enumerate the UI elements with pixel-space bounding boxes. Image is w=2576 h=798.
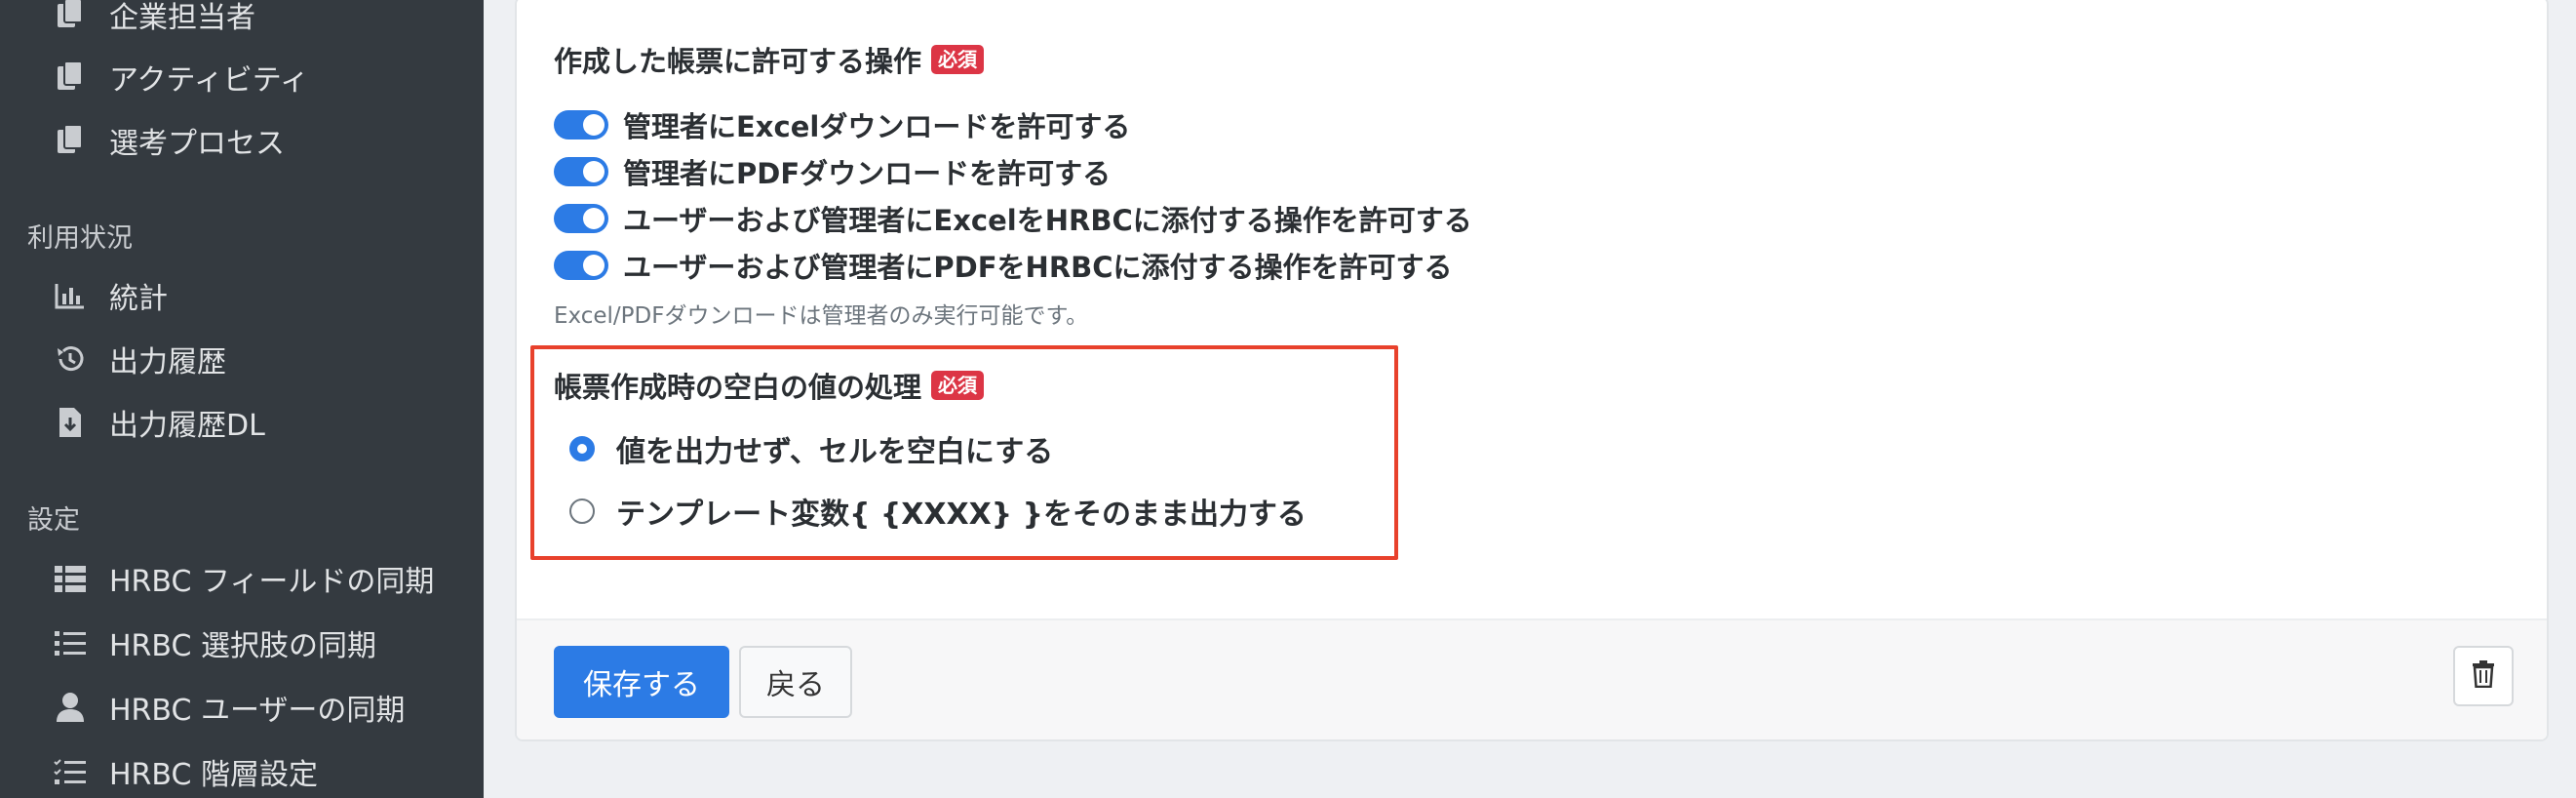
list-check-icon	[51, 752, 90, 791]
toggle-label: ユーザーおよび管理者にPDFをHRBCに添付する操作を許可する	[623, 251, 1453, 284]
toggle-label: ユーザーおよび管理者にExcelをHRBCに添付する操作を許可する	[623, 204, 1472, 237]
sidebar-item-label: 出力履歴	[109, 345, 226, 379]
sidebar-item-label: 企業担当者	[109, 1, 255, 35]
delete-button[interactable]	[2453, 646, 2514, 706]
trash-icon	[2472, 660, 2495, 692]
required-badge: 必須	[931, 45, 985, 74]
list-icon	[51, 623, 90, 662]
bar-chart-icon	[51, 276, 90, 315]
table-list-icon	[51, 559, 90, 598]
sidebar-item-label: HRBC フィールドの同期	[109, 565, 435, 599]
document-copy-icon	[51, 0, 90, 34]
operations-label: 作成した帳票に許可する操作 必須	[554, 39, 985, 80]
settings-card: 作成した帳票に許可する操作 必須 管理者にExcelダウンロードを許可する 管理…	[515, 0, 2549, 741]
sidebar-item-output-history-dl[interactable]: 出力履歴DL	[51, 398, 265, 447]
back-button[interactable]: 戻る	[739, 646, 852, 718]
document-copy-icon	[51, 121, 90, 160]
sidebar-item-label: 出力履歴DL	[109, 409, 265, 443]
radio-button-selected[interactable]	[569, 436, 595, 461]
operations-help-text: Excel/PDFダウンロードは管理者のみ実行可能です。	[554, 303, 1089, 329]
file-download-icon	[51, 403, 90, 442]
toggle-switch[interactable]	[554, 157, 608, 186]
sidebar-item-label: 選考プロセス	[109, 127, 285, 161]
save-button[interactable]: 保存する	[554, 646, 729, 718]
sidebar-heading-settings: 設定	[27, 505, 80, 536]
sidebar-item-label: HRBC 選択肢の同期	[109, 629, 376, 663]
blank-handling-label: 帳票作成時の空白の値の処理 必須	[554, 365, 985, 406]
sidebar-item-label: HRBC 階層設定	[109, 758, 318, 792]
document-copy-icon	[51, 58, 90, 97]
blank-handling-label-text: 帳票作成時の空白の値の処理	[554, 371, 922, 404]
toggle-switch[interactable]	[554, 110, 608, 140]
toggle-switch[interactable]	[554, 251, 608, 280]
sidebar-heading-usage: 利用状況	[27, 223, 133, 254]
toggle-switch[interactable]	[554, 204, 608, 233]
radio-button[interactable]	[569, 499, 595, 524]
sidebar-item-statistics[interactable]: 統計	[51, 271, 168, 320]
sidebar-item-hrbc-field-sync[interactable]: HRBC フィールドの同期	[51, 554, 434, 603]
sidebar-item-label: アクティビティ	[109, 63, 309, 98]
radio-label: テンプレート変数{ {XXXX} }をそのまま出力する	[616, 498, 1307, 532]
sidebar-item-hrbc-user-sync[interactable]: HRBC ユーザーの同期	[51, 683, 405, 732]
history-icon	[51, 339, 90, 379]
toggle-label: 管理者にPDFダウンロードを許可する	[623, 157, 1112, 190]
toggle-row-pdf-download: 管理者にPDFダウンロードを許可する	[554, 152, 1111, 191]
sidebar-item-label: HRBC ユーザーの同期	[109, 694, 406, 728]
radio-option-template-variable[interactable]: テンプレート変数{ {XXXX} }をそのまま出力する	[569, 490, 1307, 533]
toggle-row-pdf-attach: ユーザーおよび管理者にPDFをHRBCに添付する操作を許可する	[554, 246, 1453, 285]
radio-option-blank-cell[interactable]: 値を出力せず、セルを空白にする	[569, 427, 1053, 470]
radio-label: 値を出力せず、セルを空白にする	[616, 435, 1054, 469]
toggle-label: 管理者にExcelダウンロードを許可する	[623, 110, 1131, 143]
required-badge: 必須	[931, 371, 985, 400]
card-footer: 保存する 戻る	[517, 618, 2547, 739]
operations-label-text: 作成した帳票に許可する操作	[554, 45, 922, 78]
sidebar-item-hrbc-choice-sync[interactable]: HRBC 選択肢の同期	[51, 618, 376, 667]
toggle-row-excel-attach: ユーザーおよび管理者にExcelをHRBCに添付する操作を許可する	[554, 199, 1472, 238]
sidebar-item-activity[interactable]: アクティビティ	[51, 53, 309, 101]
sidebar-item-label: 統計	[109, 282, 168, 316]
sidebar-item-output-history[interactable]: 出力履歴	[51, 335, 226, 383]
sidebar: 企業担当者 アクティビティ 選考プロセス 利用状況 統計 出力履歴 出力履歴DL…	[0, 0, 484, 798]
user-icon	[51, 688, 90, 727]
sidebar-item-hrbc-hierarchy[interactable]: HRBC 階層設定	[51, 747, 318, 796]
sidebar-item-company-contacts[interactable]: 企業担当者	[51, 0, 255, 39]
toggle-row-excel-download: 管理者にExcelダウンロードを許可する	[554, 105, 1130, 144]
sidebar-item-selection-process[interactable]: 選考プロセス	[51, 116, 285, 165]
